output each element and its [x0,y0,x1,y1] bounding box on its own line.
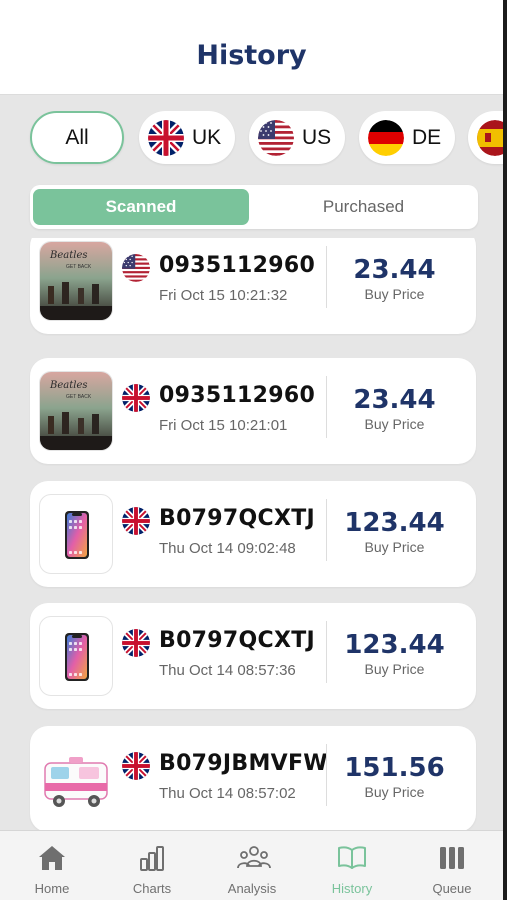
country-filter-bar: All UK US DE [0,111,503,167]
scan-date: Fri Oct 15 10:21:01 [159,417,288,434]
buy-price-label: Buy Price [364,661,425,677]
buy-price-value: 123.44 [344,630,445,660]
product-thumbnail [39,616,113,696]
uk-flag-icon [122,752,150,780]
beatles-get-back-cover: Beatles GET BACK [40,242,112,320]
product-thumbnail [39,739,113,819]
bottom-tab-bar: Home Charts Analysis History Queue [0,830,503,900]
header-bar: History [0,0,503,95]
buy-price-label: Buy Price [364,784,425,800]
tab-label: Queue [432,881,472,896]
product-code: 0935112960 [159,383,316,408]
uk-flag-icon [148,120,184,156]
country-chip-us[interactable]: US [249,111,345,164]
tab-queue[interactable]: Queue [402,831,502,900]
product-thumbnail: Beatles GET BACK [39,241,113,321]
history-item[interactable]: B079JBMVFW Thu Oct 14 08:57:02 151.56 Bu… [30,726,476,830]
queue-columns-icon [440,847,464,869]
svg-text:Beatles: Beatles [49,380,88,391]
history-item[interactable]: Beatles GET BACK 0935112960 Fri Oct 15 1… [30,238,476,334]
buy-price-value: 151.56 [344,753,445,783]
history-item[interactable]: Beatles GET BACK 0935112960 Fri Oct 15 1… [30,358,476,464]
country-chip-label: US [302,125,332,149]
history-list: Beatles GET BACK 0935112960 Fri Oct 15 1… [0,238,503,830]
de-flag-icon [368,119,404,156]
home-icon [39,846,65,870]
beatles-get-back-cover: Beatles GET BACK [40,372,112,450]
us-flag-icon [258,119,294,156]
product-code: B0797QCXTJ [159,628,316,653]
scanned-segment[interactable]: Scanned [33,189,249,225]
tab-history[interactable]: History [302,831,402,900]
buy-price-label: Buy Price [364,539,425,555]
scan-date: Thu Oct 14 08:57:02 [159,785,296,802]
bar-chart-icon [140,846,164,871]
tab-label: Charts [132,881,172,896]
svg-text:GET BACK: GET BACK [66,394,92,400]
iphone-x-image [65,511,89,559]
purchased-segment[interactable]: Purchased [252,189,475,225]
product-thumbnail: Beatles GET BACK [39,371,113,451]
tab-charts[interactable]: Charts [102,831,202,900]
country-chip-all[interactable]: All [30,111,124,164]
country-chip-de[interactable]: DE [359,111,455,164]
scanned-purchased-toggle: Scanned Purchased [30,185,478,229]
tab-label: History [331,881,373,896]
scan-date: Thu Oct 14 08:57:36 [159,662,296,679]
product-code: B079JBMVFW [159,751,328,776]
app-frame: History All UK US DE Scanned Purchased B… [0,0,507,900]
buy-price-value: 123.44 [344,508,445,538]
buy-price-label: Buy Price [364,286,425,302]
scan-date: Fri Oct 15 10:21:32 [159,287,288,304]
tab-home[interactable]: Home [2,831,102,900]
open-book-icon [338,846,366,869]
people-group-icon [237,846,271,869]
uk-flag-icon [122,629,150,657]
es-flag-icon [477,119,503,156]
tab-label: Analysis [227,881,277,896]
product-code: B0797QCXTJ [159,506,316,531]
svg-text:Beatles: Beatles [49,250,88,261]
uk-flag-icon [122,507,150,535]
page-title: History [196,40,307,71]
svg-text:GET BACK: GET BACK [66,264,92,270]
scan-date: Thu Oct 14 09:02:48 [159,540,296,557]
country-chip-label: All [65,125,89,149]
history-item[interactable]: B0797QCXTJ Thu Oct 14 09:02:48 123.44 Bu… [30,481,476,587]
country-chip-uk[interactable]: UK [139,111,235,164]
tab-analysis[interactable]: Analysis [202,831,302,900]
buy-price-label: Buy Price [364,416,425,432]
buy-price-value: 23.44 [353,385,436,415]
buy-price-value: 23.44 [353,255,436,285]
country-chip-es[interactable] [468,111,503,164]
window-edge [503,0,507,900]
product-code: 0935112960 [159,253,316,278]
country-chip-label: UK [192,125,222,149]
uk-flag-icon [122,384,150,412]
tab-label: Home [34,881,70,896]
product-thumbnail [39,494,113,574]
iphone-x-image [65,633,89,681]
toy-ambulance-image [44,757,108,807]
country-chip-label: DE [412,125,442,149]
history-item[interactable]: B0797QCXTJ Thu Oct 14 08:57:36 123.44 Bu… [30,603,476,709]
us-flag-icon [122,254,150,282]
